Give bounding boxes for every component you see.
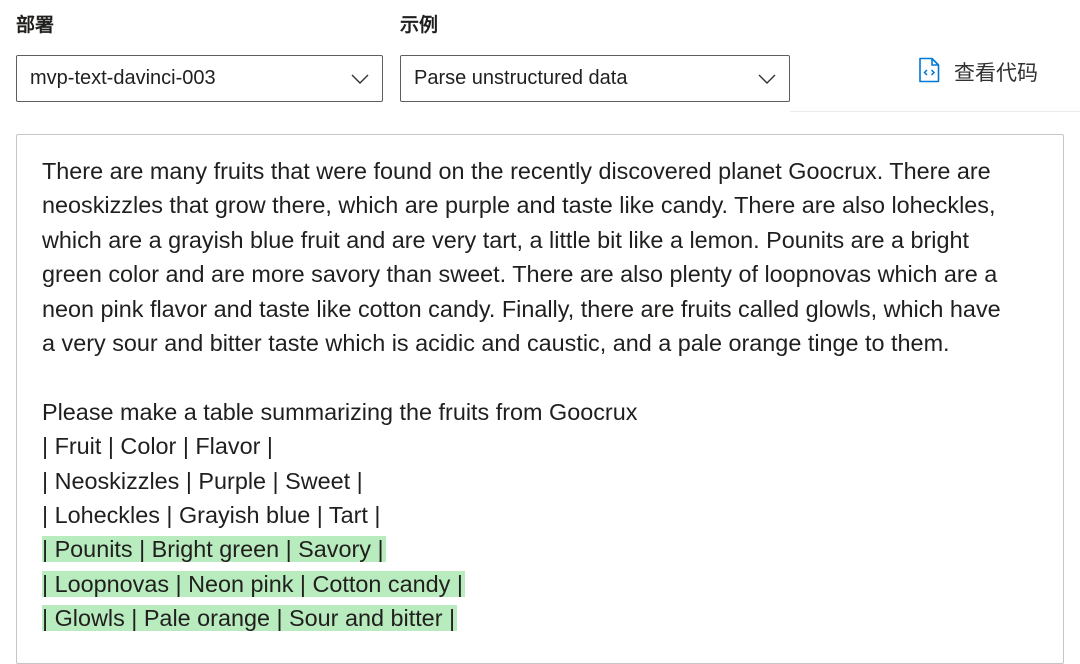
view-code-button[interactable]: 查看代码 bbox=[918, 56, 1038, 88]
example-label: 示例 bbox=[400, 14, 439, 36]
prompt-text: There are many fruits that were found on… bbox=[42, 154, 1063, 532]
prompt-line: | Loheckles | Grayish blue | Tart | bbox=[42, 501, 381, 528]
prompt-line: | Neoskizzles | Purple | Sweet | bbox=[42, 467, 363, 494]
deployment-select[interactable]: mvp-text-davinci-003 bbox=[16, 55, 383, 102]
prompt-line: neoskizzles that grow there, which are p… bbox=[42, 192, 996, 219]
prompt-line: There are many fruits that were found on… bbox=[42, 158, 991, 184]
completion-line: | Loopnovas | Neon pink | Cotton candy | bbox=[42, 570, 465, 597]
deployment-select-value: mvp-text-davinci-003 bbox=[30, 67, 216, 89]
completion-line: | Glowls | Pale orange | Sour and bitter… bbox=[42, 605, 458, 632]
prompt-line: which are a grayish blue fruit and are v… bbox=[42, 226, 969, 253]
prompt-line: a very sour and bitter taste which is ac… bbox=[42, 329, 950, 356]
prompt-line: green color and are more savory than swe… bbox=[42, 261, 998, 288]
prompt-blank-line bbox=[42, 360, 1063, 394]
prompt-line: | Fruit | Color | Flavor | bbox=[42, 433, 273, 460]
completion-line: | Pounits | Bright green | Savory | bbox=[42, 536, 386, 563]
chevron-down-icon bbox=[757, 73, 777, 85]
header-divider bbox=[790, 111, 1080, 112]
prompt-editor[interactable]: There are many fruits that were found on… bbox=[16, 134, 1064, 664]
example-select-value: Parse unstructured data bbox=[414, 67, 628, 89]
chevron-down-icon bbox=[350, 73, 370, 85]
prompt-line: neon pink flavor and taste like cotton c… bbox=[42, 295, 1001, 322]
prompt-line: Please make a table summarizing the frui… bbox=[42, 398, 638, 425]
example-select[interactable]: Parse unstructured data bbox=[400, 55, 790, 102]
completion-text: | Pounits | Bright green | Savory | | Lo… bbox=[42, 532, 1063, 635]
view-code-label: 查看代码 bbox=[954, 61, 1038, 85]
code-file-icon bbox=[918, 57, 940, 87]
deployment-label: 部署 bbox=[16, 14, 55, 36]
